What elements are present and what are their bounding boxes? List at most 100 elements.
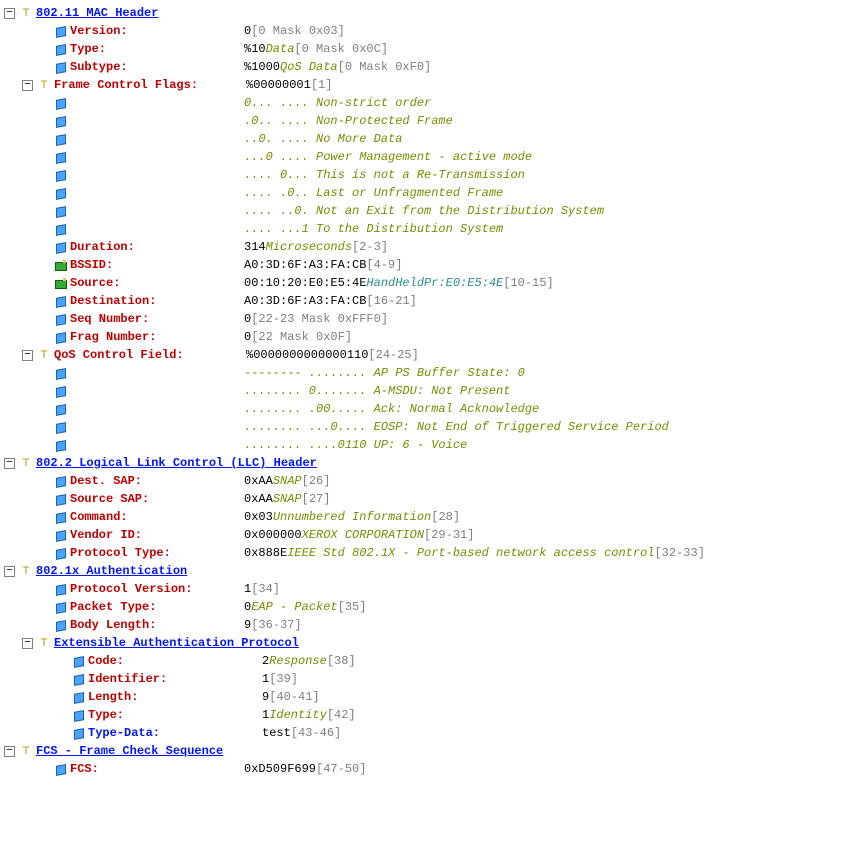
tree-row: Type:1 Identity [42] <box>4 706 854 724</box>
field-value: 314 <box>244 238 266 256</box>
toggle-icon[interactable]: − <box>22 350 33 361</box>
toggle-icon[interactable]: − <box>4 8 15 19</box>
field-offset: [36-37] <box>251 616 301 634</box>
tree-row: Code:2 Response [38] <box>4 652 854 670</box>
field-note: Identity <box>269 706 327 724</box>
bit-description: ...0 .... Power Management - active mode <box>244 148 532 166</box>
tree-row: Protocol Version:1 [34] <box>4 580 854 598</box>
field-offset: [0 Mask 0x03] <box>251 22 345 40</box>
field-value: 1 <box>244 580 251 598</box>
toggle-icon[interactable]: − <box>4 566 15 577</box>
field-value: A0:3D:6F:A3:FA:CB <box>244 292 366 310</box>
section-llc[interactable]: −⊤802.2 Logical Link Control (LLC) Heade… <box>4 454 854 472</box>
bit-description: .... .0.. Last or Unfragmented Frame <box>244 184 503 202</box>
cube-icon <box>72 654 86 668</box>
section-eap-label[interactable]: Extensible Authentication Protocol <box>54 636 299 650</box>
section-dot1x-label[interactable]: 802.1x Authentication <box>36 564 187 578</box>
tree-row: Duration:314 Microseconds [2-3] <box>4 238 854 256</box>
tree-row: Destination: A0:3D:6F:A3:FA:CB [16-21] <box>4 292 854 310</box>
field-note: IEEE Std 802.1X - Port-based network acc… <box>287 544 654 562</box>
tree-row: Frag Number:0 [22 Mask 0x0F] <box>4 328 854 346</box>
bit-description: .... ..0. Not an Exit from the Distribut… <box>244 202 604 220</box>
packet-tree: −⊤802.11 MAC HeaderVersion:0 [0 Mask 0x0… <box>4 4 854 778</box>
field-offset: [35] <box>338 598 367 616</box>
bit-row: ........ ...0.... EOSP: Not End of Trigg… <box>4 418 854 436</box>
field-offset: [10-15] <box>503 274 553 292</box>
section-eap[interactable]: −⊤Extensible Authentication Protocol <box>4 634 854 652</box>
field-note: Unnumbered Information <box>273 508 431 526</box>
field-value: 0x000000 <box>244 526 302 544</box>
field-value: 0 <box>244 310 251 328</box>
field-offset: [28] <box>431 508 460 526</box>
cube-icon <box>54 312 68 326</box>
cube-icon <box>54 546 68 560</box>
bit-description: ........ 0....... A-MSDU: Not Present <box>244 382 510 400</box>
field-label: Version: <box>70 24 128 38</box>
tree-row: −⊤QoS Control Field:%0000000000000110 [2… <box>4 346 854 364</box>
field-label: FCS: <box>70 762 99 776</box>
field-label: Length: <box>88 690 138 704</box>
bit-row: ...0 .... Power Management - active mode <box>4 148 854 166</box>
section-icon: ⊤ <box>36 634 52 652</box>
field-offset: [38] <box>327 652 356 670</box>
bit-row: .... 0... This is not a Re-Transmission <box>4 166 854 184</box>
bit-row: ........ .00..... Ack: Normal Acknowledg… <box>4 400 854 418</box>
field-offset: [26] <box>302 472 331 490</box>
field-label: Source SAP: <box>70 492 149 506</box>
field-note: SNAP <box>273 472 302 490</box>
field-label: Frag Number: <box>70 330 156 344</box>
cube-icon <box>72 672 86 686</box>
field-label: Destination: <box>70 294 156 308</box>
section-dot1x[interactable]: −⊤802.1x Authentication <box>4 562 854 580</box>
cube-icon <box>54 150 68 164</box>
tree-row: BSSID:A0:3D:6F:A3:FA:CB [4-9] <box>4 256 854 274</box>
cube-icon <box>54 168 68 182</box>
field-label: Code: <box>88 654 124 668</box>
section-fcs[interactable]: −⊤FCS - Frame Check Sequence <box>4 742 854 760</box>
bit-description: ........ ...0.... EOSP: Not End of Trigg… <box>244 418 669 436</box>
tree-row: Dest. SAP:0xAA SNAP [26] <box>4 472 854 490</box>
bit-description: ........ .00..... Ack: Normal Acknowledg… <box>244 400 539 418</box>
bit-description: ........ ....0110 UP: 6 - Voice <box>244 436 467 454</box>
tree-row: Identifier:1 [39] <box>4 670 854 688</box>
field-note: EAP - Packet <box>251 598 337 616</box>
field-label: Frame Control Flags: <box>54 78 198 92</box>
field-label: Source: <box>70 276 120 290</box>
cube-icon <box>54 438 68 452</box>
tree-row: Type-Data:test [43-46] <box>4 724 854 742</box>
field-value: 0xAA <box>244 472 273 490</box>
cube-icon <box>54 96 68 110</box>
section-fcs-label[interactable]: FCS - Frame Check Sequence <box>36 744 223 758</box>
field-offset: [39] <box>269 670 298 688</box>
field-label: Protocol Type: <box>70 546 171 560</box>
section-mac[interactable]: −⊤802.11 MAC Header <box>4 4 854 22</box>
field-offset: [16-21] <box>366 292 416 310</box>
tree-row: Length:9 [40-41] <box>4 688 854 706</box>
section-llc-label[interactable]: 802.2 Logical Link Control (LLC) Header <box>36 456 317 470</box>
field-label: Protocol Version: <box>70 582 192 596</box>
bit-row: ..0. .... No More Data <box>4 130 854 148</box>
field-label: Seq Number: <box>70 312 149 326</box>
tree-row: −⊤Frame Control Flags:%00000001 [1] <box>4 76 854 94</box>
field-offset: [22 Mask 0x0F] <box>251 328 352 346</box>
toggle-icon[interactable]: − <box>4 746 15 757</box>
nic-icon <box>54 276 68 290</box>
field-value: 9 <box>244 616 251 634</box>
section-mac-label[interactable]: 802.11 MAC Header <box>36 6 158 20</box>
toggle-icon[interactable]: − <box>22 80 33 91</box>
field-label: Type: <box>88 708 124 722</box>
tree-row: Version: 0 [0 Mask 0x03] <box>4 22 854 40</box>
bit-row: .0.. .... Non-Protected Frame <box>4 112 854 130</box>
toggle-icon[interactable]: − <box>4 458 15 469</box>
field-note: QoS Data <box>280 58 338 76</box>
bit-row: .... ...1 To the Distribution System <box>4 220 854 238</box>
bit-row: ........ ....0110 UP: 6 - Voice <box>4 436 854 454</box>
cube-icon <box>54 600 68 614</box>
field-label: Duration: <box>70 240 135 254</box>
nic-icon <box>54 258 68 272</box>
cube-icon <box>54 186 68 200</box>
field-value: 0 <box>244 22 251 40</box>
field-value: %0000000000000110 <box>246 346 368 364</box>
cube-icon <box>54 384 68 398</box>
toggle-icon[interactable]: − <box>22 638 33 649</box>
